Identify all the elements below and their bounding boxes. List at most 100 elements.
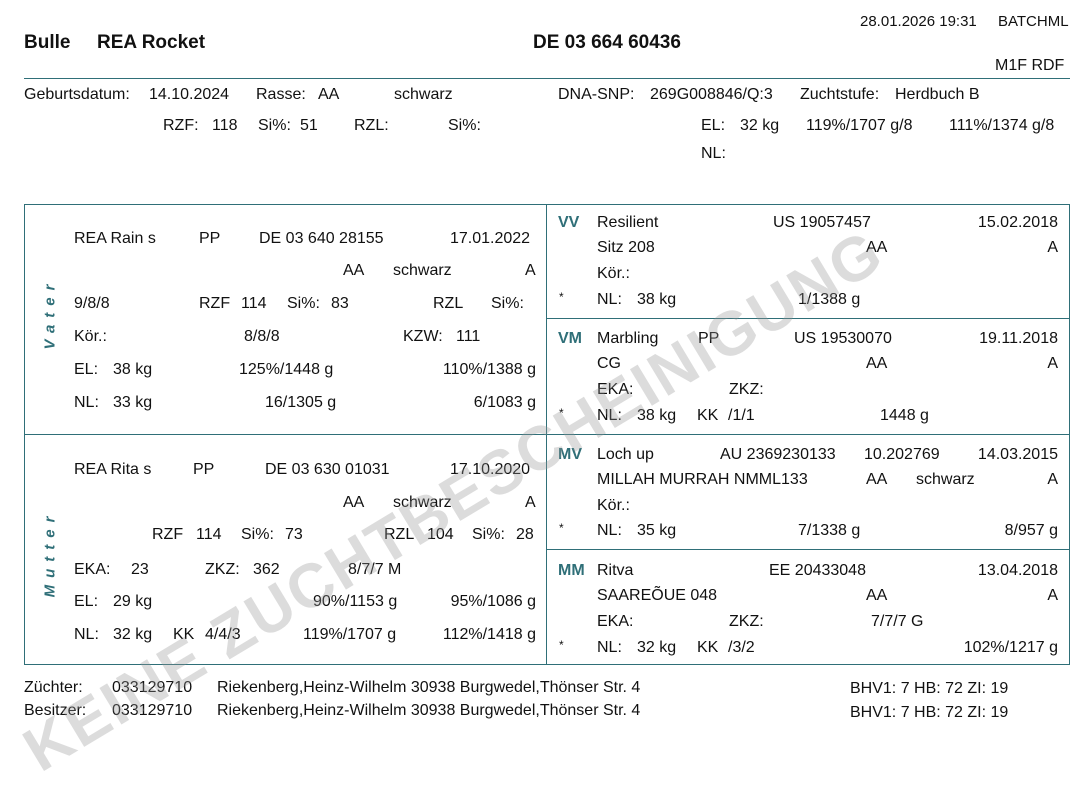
level-value: Herdbuch B: [895, 86, 980, 103]
vater-rzf: 114: [241, 295, 267, 312]
vm-kk: /1/1: [728, 407, 755, 424]
mm-nl-a: 102%/1217 g: [963, 639, 1058, 656]
vater-grade: A: [525, 262, 536, 279]
vm-nl: 38 kg: [637, 407, 677, 424]
vm-grade: A: [1047, 355, 1058, 372]
vater-side-label: Vater: [41, 277, 59, 350]
mm-name: Ritva: [597, 562, 634, 579]
vater-nl: 33 kg: [113, 394, 153, 411]
mv-breed: AA: [866, 471, 888, 488]
mv-nl-a: 7/1338 g: [798, 522, 861, 539]
vater-id: DE 03 640 28155: [259, 230, 384, 247]
mm-nl-label: NL:: [597, 639, 622, 656]
mm-eka-label: EKA:: [597, 613, 634, 630]
el-value: 32 kg: [740, 117, 780, 134]
mutter-nl-label: NL:: [74, 626, 99, 643]
mm-kk-label: KK: [697, 639, 719, 656]
mutter-polled: PP: [193, 461, 215, 478]
vm-id: US 19530070: [794, 330, 892, 347]
mutter-name: REA Rita s: [74, 461, 152, 478]
vv-code: VV: [558, 214, 580, 231]
mv-mm-divider: [546, 549, 1070, 550]
vater-name: REA Rain s: [74, 230, 156, 247]
vater-si-label: Si%:: [287, 295, 320, 312]
mutter-kk: 4/4/3: [205, 626, 241, 643]
mutter-rzf-label: RZF: [152, 526, 184, 543]
vm-date: 19.11.2018: [979, 330, 1058, 347]
vv-nl-a: 1/1388 g: [798, 291, 861, 308]
el-label: EL:: [701, 117, 726, 134]
mutter-rzl: 104: [427, 526, 454, 543]
birth-date: 14.10.2024: [149, 86, 230, 103]
mutter-nl-b: 112%/1418 g: [442, 626, 536, 643]
vm-name: Marbling: [597, 330, 659, 347]
vm-zkz-label: ZKZ:: [729, 381, 764, 398]
vater-kor-label: Kör.:: [74, 328, 107, 345]
birth-label: Geburtsdatum:: [24, 86, 130, 103]
mm-line2: SAAREÕUE 048: [597, 587, 718, 604]
vater-color: schwarz: [393, 262, 452, 279]
mv-grade: A: [1047, 471, 1058, 488]
mv-kor-label: Kör.:: [597, 497, 630, 514]
mv-star: *: [559, 521, 564, 535]
breed-label: Rasse:: [256, 86, 306, 103]
mv-id: AU 2369230133: [720, 446, 836, 463]
vater-el-a: 125%/1448 g: [239, 361, 334, 378]
mv-color: schwarz: [916, 471, 975, 488]
breed: AA: [318, 86, 340, 103]
si-label: Si%:: [258, 117, 291, 134]
vv-vm-divider: [546, 318, 1070, 319]
vater-nl-a: 16/1305 g: [265, 394, 337, 411]
mutter-el: 29 kg: [113, 593, 153, 610]
el-index-a: 119%/1707 g/8: [806, 117, 913, 134]
vater-si2-label: Si%:: [491, 295, 524, 312]
mv-line2: MILLAH MURRAH NMML133: [597, 471, 808, 488]
vater-el-label: EL:: [74, 361, 99, 378]
mv-nl: 35 kg: [637, 522, 677, 539]
vater-kor: 8/8/8: [244, 328, 280, 345]
health-status-2: BHV1: 7 HB: 72 ZI: 19: [850, 704, 1009, 721]
mutter-si-label: Si%:: [241, 526, 274, 543]
mm-date: 13.04.2018: [977, 562, 1058, 579]
mv-date: 14.03.2015: [977, 446, 1058, 463]
vv-breed: AA: [866, 239, 888, 256]
rzf-value: 118: [212, 117, 238, 134]
vater-el-b: 110%/1388 g: [442, 361, 536, 378]
mutter-score: 8/7/7 M: [348, 561, 402, 578]
vm-nl-a: 1448 g: [880, 407, 929, 424]
mv-code: MV: [558, 446, 582, 463]
breeder-address: Riekenberg,Heinz-Wilhelm 30938 Burgwedel…: [217, 679, 641, 696]
vater-date: 17.01.2022: [450, 230, 531, 247]
mutter-el-label: EL:: [74, 593, 99, 610]
nl-label: NL:: [701, 145, 726, 162]
owner-label: Besitzer:: [24, 702, 87, 719]
mm-star: *: [559, 638, 564, 652]
mv-nl-b: 8/957 g: [1004, 522, 1058, 539]
header-divider: [24, 78, 1070, 79]
vv-name: Resilient: [597, 214, 659, 231]
mutter-eka: 23: [131, 561, 149, 578]
vv-date: 15.02.2018: [977, 214, 1058, 231]
mutter-grade: A: [525, 494, 536, 511]
genetic-code: M1F RDF: [995, 57, 1065, 74]
mutter-rzl-label: RZL: [384, 526, 415, 543]
vater-rzl-label: RZL: [433, 295, 464, 312]
animal-sex: Bulle: [24, 32, 71, 53]
mm-code: MM: [558, 562, 585, 579]
mutter-id: DE 03 630 01031: [265, 461, 390, 478]
mm-breed: AA: [866, 587, 888, 604]
mutter-rzf: 114: [196, 526, 222, 543]
vm-polled: PP: [698, 330, 720, 347]
vm-nl-label: NL:: [597, 407, 622, 424]
si-value: 51: [300, 117, 318, 134]
mutter-el-a: 90%/1153 g: [313, 593, 398, 610]
mm-grade: A: [1047, 587, 1058, 604]
si2-label: Si%:: [448, 117, 481, 134]
vater-score: 9/8/8: [74, 295, 110, 312]
vv-nl: 38 kg: [637, 291, 677, 308]
vm-code: VM: [558, 330, 582, 347]
mutter-el-b: 95%/1086 g: [450, 593, 536, 610]
mutter-eka-label: EKA:: [74, 561, 111, 578]
mm-score: 7/7/7 G: [871, 613, 924, 630]
mm-id: EE 20433048: [769, 562, 866, 579]
